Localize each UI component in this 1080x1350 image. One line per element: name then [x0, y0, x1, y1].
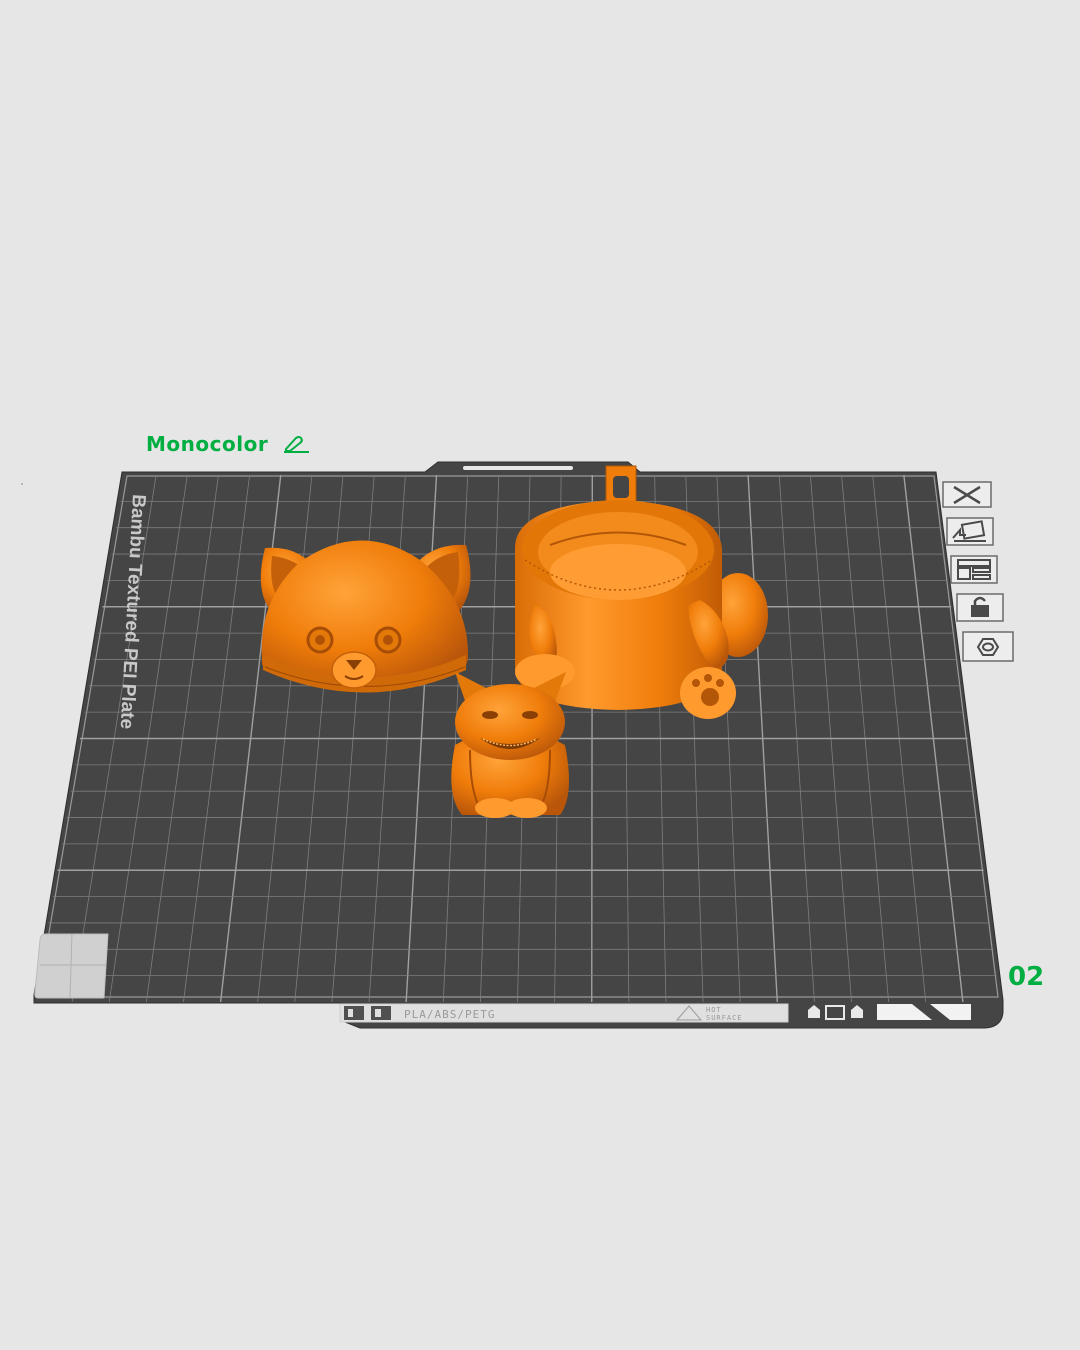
settings-icon[interactable] — [962, 630, 1018, 668]
plate-mode-label[interactable]: Monocolor — [146, 432, 310, 458]
plate-mode-text: Monocolor — [146, 432, 269, 456]
plate-handle — [463, 466, 573, 470]
edit-pencil-icon[interactable] — [282, 434, 310, 458]
layout-icon[interactable] — [950, 554, 1004, 590]
grinning-cat-figure[interactable] — [451, 672, 569, 818]
build-plate-viewport[interactable]: Bambu Textured PEI Plate PLA/ABS/PETG HO… — [0, 0, 1080, 1350]
plate-toolbar — [942, 478, 1024, 678]
surface-text: SURFACE — [706, 1014, 743, 1022]
hot-text: HOT — [706, 1006, 722, 1014]
arrange-icon[interactable] — [946, 516, 1000, 552]
lock-icon[interactable] — [956, 592, 1010, 628]
cat-head-lid[interactable] — [260, 540, 471, 693]
materials-text: PLA/ABS/PETG — [404, 1008, 495, 1021]
close-icon[interactable] — [942, 480, 996, 514]
plate-number: 02 — [1008, 962, 1045, 992]
